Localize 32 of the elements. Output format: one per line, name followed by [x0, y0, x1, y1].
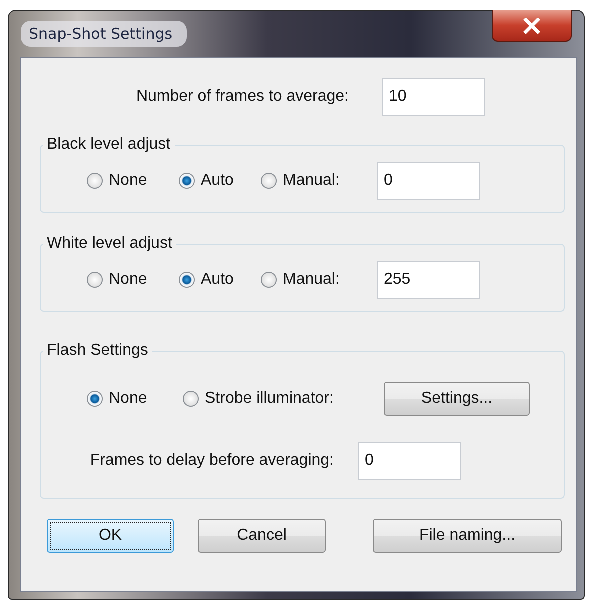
delay-label: Frames to delay before averaging:: [89, 452, 334, 470]
radio-label: Strobe illuminator:: [205, 390, 334, 408]
radio-button[interactable]: [87, 391, 103, 407]
close-button[interactable]: [492, 10, 572, 42]
dialog-button[interactable]: File naming...: [373, 519, 562, 553]
group-title: Flash Settings: [46, 342, 150, 360]
radio-label: Auto: [201, 172, 234, 190]
radio-label: None: [109, 390, 148, 408]
radio-label: None: [109, 271, 148, 289]
radio-label: Manual:: [283, 172, 340, 190]
radio-button[interactable]: [261, 272, 277, 288]
radio-label: Manual:: [283, 271, 340, 289]
radio-label: None: [109, 172, 148, 190]
input-field[interactable]: 10: [382, 78, 485, 116]
dialog-button[interactable]: OK: [47, 519, 174, 553]
input-field[interactable]: 0: [377, 162, 480, 200]
radio-button[interactable]: [179, 272, 195, 288]
window-title: Snap-Shot Settings: [21, 21, 187, 47]
dialog-button[interactable]: Cancel: [198, 519, 326, 553]
settings-button[interactable]: Settings...: [384, 382, 530, 416]
group-title: White level adjust: [46, 235, 174, 253]
input-field[interactable]: 0: [358, 442, 461, 480]
radio-button[interactable]: [87, 173, 103, 189]
group-title: Black level adjust: [46, 136, 172, 154]
input-field[interactable]: 255: [377, 261, 480, 299]
radio-button[interactable]: [87, 272, 103, 288]
radio-button[interactable]: [179, 173, 195, 189]
frames-label: Number of frames to average:: [135, 88, 349, 106]
radio-button[interactable]: [183, 391, 199, 407]
radio-button[interactable]: [261, 173, 277, 189]
close-icon: [523, 18, 541, 34]
radio-label: Auto: [201, 271, 234, 289]
